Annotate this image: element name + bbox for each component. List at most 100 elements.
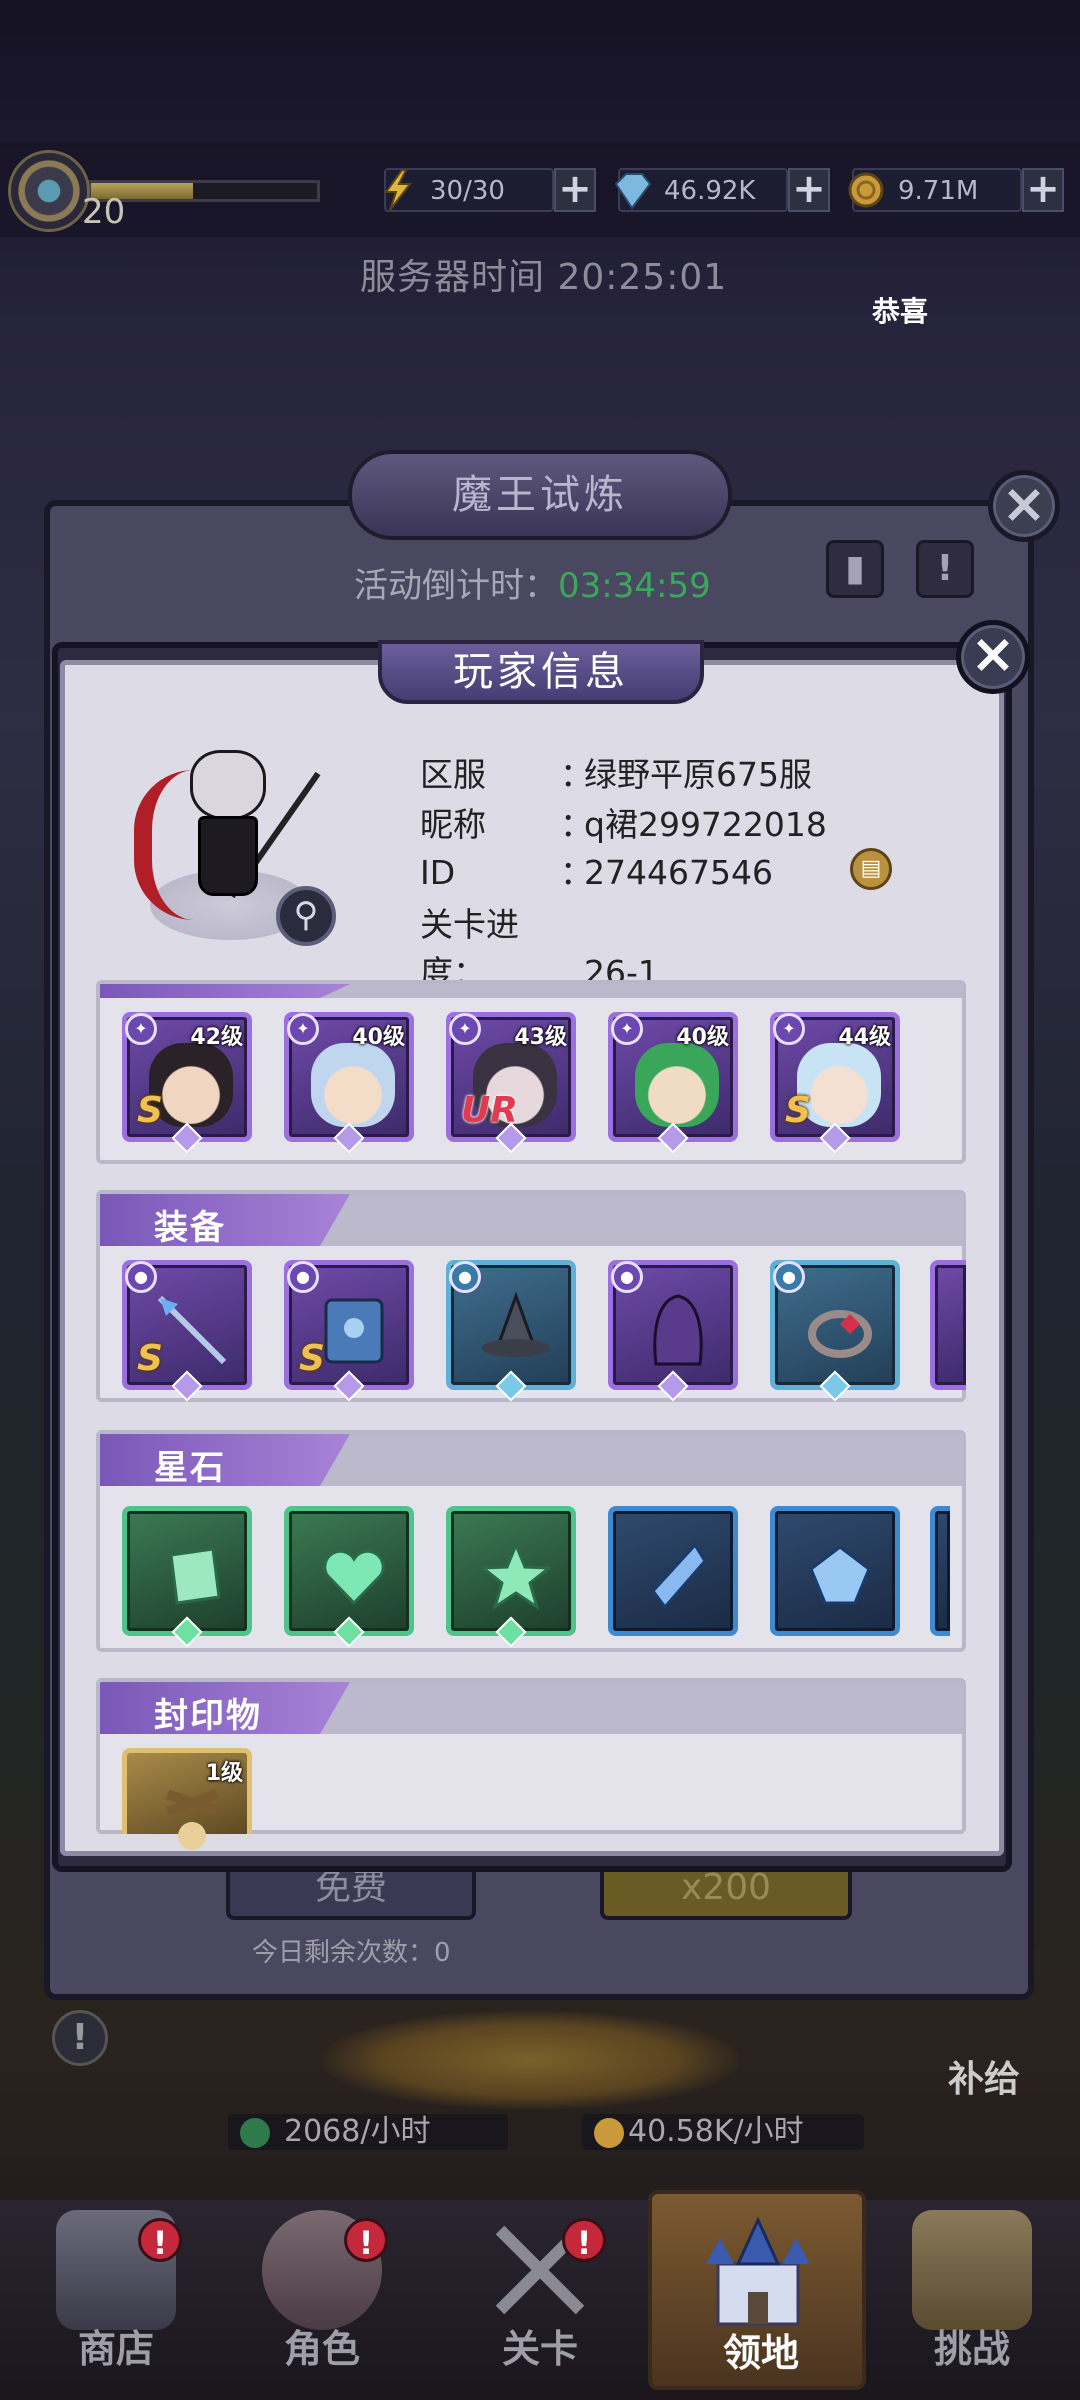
slot-type-icon: ●: [773, 1261, 805, 1293]
lightning-icon: [384, 169, 413, 211]
class-icon: ✦: [773, 1013, 805, 1045]
equipment-title: 装备: [154, 1208, 226, 1248]
diamond-counter: 46.92K +: [614, 168, 830, 212]
add-gold-button[interactable]: +: [1022, 168, 1064, 212]
notification-badge: !: [344, 2218, 388, 2262]
colon: ：: [560, 805, 593, 844]
countdown-value: 03:34:59: [558, 566, 711, 606]
supply-label[interactable]: 补给: [948, 2050, 1020, 2102]
gold-counter: 9.71M +: [848, 168, 1064, 212]
nav-label: 关卡: [501, 2327, 578, 2371]
hero-slot[interactable]: ✦ 42级 S: [122, 1012, 252, 1154]
trial-title: 魔王试炼: [348, 450, 732, 540]
magnify-icon[interactable]: ⚲: [276, 886, 336, 946]
hero-slot[interactable]: ✦ 44级 S: [770, 1012, 900, 1154]
starstone-slot[interactable]: [122, 1506, 252, 1648]
hero-level: 40级: [676, 1025, 729, 1050]
hero-rank: S: [785, 1090, 811, 1131]
starstone-slot-partial[interactable]: [930, 1506, 950, 1636]
seal-slot[interactable]: 1级: [122, 1748, 252, 1850]
trial-countdown: 活动倒计时：03:34:59: [354, 558, 711, 607]
nav-label: 领地: [722, 2331, 799, 2375]
player-level-emblem[interactable]: [8, 150, 90, 232]
slot-type-icon: ●: [125, 1261, 157, 1293]
nav-label: 挑战: [933, 2327, 1010, 2371]
section-header: 封印物: [100, 1682, 962, 1736]
idle-info-button[interactable]: !: [52, 2010, 108, 2066]
player-level: 20: [82, 192, 126, 232]
starstone-title: 星石: [154, 1448, 226, 1488]
class-icon: ✦: [449, 1013, 481, 1045]
class-icon: ✦: [125, 1013, 157, 1045]
hero-slot[interactable]: ✦ 40级: [284, 1012, 414, 1154]
starstone-slot[interactable]: [284, 1506, 414, 1648]
castle-icon: [706, 2216, 810, 2326]
heart-gem-icon: [323, 1549, 385, 1606]
trial-close-button[interactable]: ×: [988, 470, 1060, 542]
hero-rank: S: [137, 1090, 163, 1131]
avatar-body: [198, 816, 258, 896]
energy-counter: 30/30 +: [384, 168, 596, 212]
starstone-slot[interactable]: [770, 1506, 900, 1636]
equipment-slot[interactable]: ● S: [284, 1260, 414, 1402]
nav-stages[interactable]: ! 关卡: [440, 2190, 640, 2390]
class-icon: ✦: [611, 1013, 643, 1045]
sealed-artifact-icon: [165, 1789, 219, 1850]
cloak-icon: [653, 1294, 703, 1366]
modal-title: 玩家信息: [378, 640, 704, 704]
section-header: 星石: [100, 1434, 962, 1488]
add-diamonds-button[interactable]: +: [788, 168, 830, 212]
square-gem-icon: [169, 1547, 221, 1605]
server-row: 区服 ：绿野平原675服: [420, 748, 812, 796]
gold-pile[interactable]: [320, 2010, 740, 2110]
notification-badge: !: [562, 2218, 606, 2262]
modal-close-button[interactable]: ×: [956, 620, 1030, 694]
star-gem-icon: [481, 1541, 551, 1611]
nickname-row: 昵称 ：q裙299722018: [420, 798, 827, 846]
nav-label: 角色: [283, 2327, 360, 2371]
exp-rate-value: 2068/小时: [284, 2114, 431, 2149]
gold-rate: 40.58K/小时: [582, 2114, 864, 2150]
notification-badge: !: [138, 2218, 182, 2262]
nav-challenge[interactable]: 挑战: [872, 2190, 1072, 2390]
equipment-slot[interactable]: ● S: [122, 1260, 252, 1402]
nav-shop[interactable]: ! 商店: [16, 2190, 216, 2390]
starstone-slot[interactable]: [446, 1506, 576, 1648]
ring-icon: [808, 1310, 872, 1358]
copy-id-icon[interactable]: ▤: [850, 848, 892, 890]
hero-slot[interactable]: ✦ 40级: [608, 1012, 738, 1154]
gold-value: 9.71M: [898, 176, 979, 206]
nav-character[interactable]: ! 角色: [222, 2190, 422, 2390]
remaining-attempts: 今日剩余次数：0: [252, 1938, 451, 1968]
player-avatar[interactable]: [168, 740, 288, 920]
diamond-value: 46.92K: [664, 176, 756, 206]
coin-icon: [594, 2117, 624, 2148]
equipment-slot[interactable]: ●: [608, 1260, 738, 1402]
equipment-slot-partial[interactable]: [930, 1260, 966, 1390]
add-energy-button[interactable]: +: [554, 168, 596, 212]
witch-hat-icon: [482, 1291, 550, 1357]
nav-territory[interactable]: 领地: [648, 2190, 866, 2390]
trial-info-button[interactable]: !: [916, 540, 974, 598]
server-time: 服务器时间 20:25:01: [360, 257, 728, 298]
colon: ：: [560, 755, 593, 794]
scroll-icon: [912, 2210, 1032, 2330]
nickname-key: 昵称: [420, 805, 486, 844]
trial-rank-button[interactable]: ▮: [826, 540, 884, 598]
broadcast-ticker: 恭喜: [872, 295, 929, 328]
drop-gem-icon: [809, 1545, 871, 1605]
hero-level: 42级: [190, 1025, 243, 1050]
equipment-slot[interactable]: ●: [770, 1260, 900, 1402]
exp-rate: 2068/小时: [228, 2114, 508, 2150]
hero-level: 44级: [838, 1025, 891, 1050]
starstone-slot[interactable]: [608, 1506, 738, 1636]
countdown-label: 活动倒计时：: [354, 566, 558, 606]
nickname-value: q裙299722018: [584, 805, 827, 844]
server-key: 区服: [420, 755, 486, 794]
hero-level: 43级: [514, 1025, 567, 1050]
hero-slot[interactable]: ✦ 43级 UR: [446, 1012, 576, 1154]
section-header: [100, 984, 962, 998]
exp-badge-icon: [240, 2117, 270, 2148]
equipment-slot[interactable]: ●: [446, 1260, 576, 1402]
id-key: ID: [420, 853, 456, 892]
